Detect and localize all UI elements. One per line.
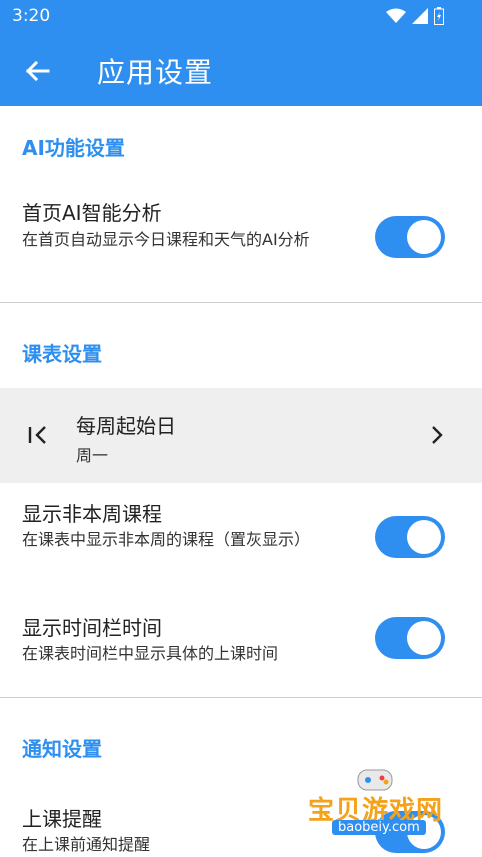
divider: [0, 697, 482, 698]
week-start-setting[interactable]: 每周起始日 周一: [0, 388, 482, 483]
signal-icon: [412, 8, 428, 24]
status-time: 3:20: [12, 6, 51, 26]
watermark-url: baobeiy.com: [332, 820, 426, 835]
show-time-title: 显示时间栏时间: [22, 616, 162, 640]
section-header-schedule: 课表设置: [22, 342, 102, 366]
ai-analysis-title: 首页AI智能分析: [22, 201, 162, 225]
toggle-knob: [407, 220, 441, 254]
status-bar: 3:20: [0, 0, 482, 34]
first-page-icon: [28, 426, 46, 444]
battery-icon: [434, 7, 444, 25]
toggle-knob: [407, 621, 441, 655]
page-title: 应用设置: [97, 56, 214, 89]
show-other-weeks-toggle[interactable]: [375, 516, 445, 558]
divider: [0, 302, 482, 303]
class-reminder-title: 上课提醒: [22, 807, 102, 831]
section-header-ai: AI功能设置: [22, 136, 125, 160]
show-time-toggle[interactable]: [375, 617, 445, 659]
wifi-icon: [386, 8, 406, 23]
week-start-title: 每周起始日: [76, 414, 176, 438]
show-other-weeks-title: 显示非本周课程: [22, 502, 162, 526]
section-header-notify: 通知设置: [22, 737, 102, 761]
week-start-value: 周一: [76, 446, 109, 465]
arrow-left-icon[interactable]: [22, 56, 52, 86]
show-other-weeks-subtitle: 在课表中显示非本周的课程（置灰显示）: [22, 530, 311, 549]
ai-analysis-toggle[interactable]: [375, 216, 445, 258]
watermark: 宝贝游戏网 baobeiy.com: [300, 762, 460, 852]
show-time-subtitle: 在课表时间栏中显示具体的上课时间: [22, 644, 279, 663]
ai-analysis-subtitle: 在首页自动显示今日课程和天气的AI分析: [22, 230, 310, 249]
toggle-knob: [407, 520, 441, 554]
app-bar: 应用设置: [0, 34, 482, 106]
status-icons: [386, 7, 444, 25]
chevron-right-icon: [432, 426, 443, 444]
